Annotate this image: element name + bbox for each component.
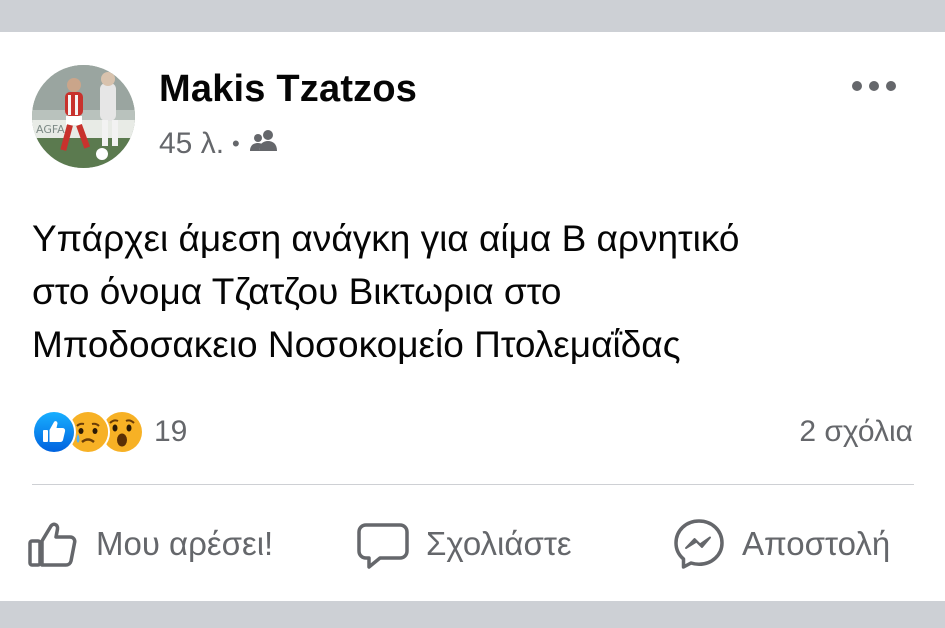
post-actions-bar: Μου αρέσει! Σχολιάστε Αποστολή [0, 512, 945, 576]
avatar-banner-text: AGFA [36, 123, 65, 136]
avatar[interactable]: AGFA [32, 65, 135, 168]
comment-button[interactable]: Σχολιάστε [356, 512, 572, 576]
more-options-button[interactable] [846, 72, 902, 100]
reactions-summary[interactable]: 19 [32, 410, 187, 454]
messenger-icon [674, 519, 724, 569]
reaction-count: 19 [154, 415, 188, 448]
more-options-icon [852, 81, 896, 91]
like-button[interactable]: Μου αρέσει! [26, 512, 273, 576]
like-button-label: Μου αρέσει! [96, 525, 274, 562]
comments-count[interactable]: 2 σχόλια [799, 410, 913, 454]
post-text: Υπάρχει άμεση ανάγκη για αίμα Β αρνητικό… [32, 212, 912, 371]
comment-button-label: Σχολιάστε [426, 525, 572, 562]
send-button-label: Αποστολή [742, 525, 891, 562]
comment-icon [357, 523, 409, 569]
post-text-line: Υπάρχει άμεση ανάγκη για αίμα Β αρνητικό [32, 218, 740, 259]
send-button[interactable]: Αποστολή [672, 512, 890, 576]
divider [32, 484, 914, 485]
post-text-line: στο όνομα Τζατζου Βικτωρια στο [32, 271, 562, 312]
like-reaction-icon [32, 410, 76, 454]
meta-separator: • [232, 131, 240, 156]
post-text-line: Μποδοσακειο Νοσοκομείο Πτολεμαΐδας [32, 324, 681, 365]
author-name[interactable]: Makis Tzatzos [159, 68, 417, 111]
friends-icon [248, 127, 280, 161]
feed-separator-bottom [0, 601, 945, 628]
avatar-photo: AGFA [32, 65, 135, 168]
post-card: AGFA Makis Tzatzos 45 λ. • Υπάρχει άμεση… [0, 32, 945, 601]
post-meta: 45 λ. • [159, 127, 280, 161]
post-timestamp[interactable]: 45 λ. [159, 127, 224, 161]
thumbs-up-icon [28, 522, 77, 567]
feed-separator-top [0, 0, 945, 32]
